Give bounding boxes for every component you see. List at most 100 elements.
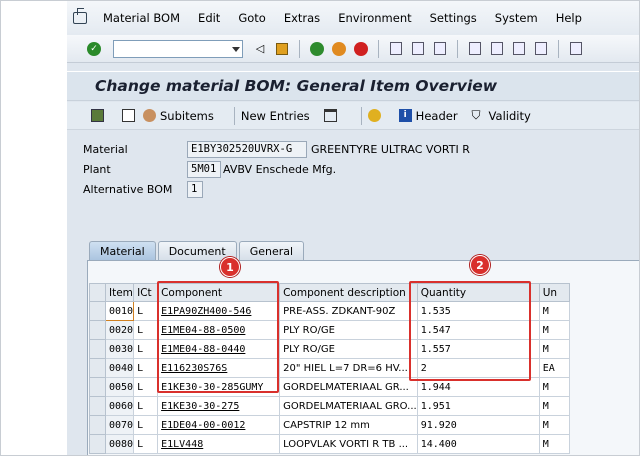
item-cell[interactable]: 0070 [104,415,135,435]
row-selector[interactable] [89,339,106,359]
table-row[interactable]: 0030 L E1ME04-88-0440 PLY RO/GE 1.557 M [89,339,570,359]
component-description-cell[interactable]: 20" HIEL L=7 DR=6 HV... [279,358,418,378]
tab-general[interactable]: General [238,241,305,261]
quantity-cell[interactable]: 1.547 [416,320,540,340]
menu-material-bom[interactable]: Material BOM [103,11,180,25]
column-header-unit[interactable]: Un [538,283,570,302]
component-cell[interactable]: E1KE30-30-285GUMY [157,377,281,397]
column-header-component-description[interactable]: Component description [279,283,418,302]
column-header-quantity[interactable]: Quantity [416,283,540,302]
component-cell[interactable]: E1PA90ZH400-546 [157,301,281,321]
row-selector[interactable] [89,377,106,397]
unit-cell[interactable]: M [538,377,570,397]
unit-cell[interactable]: M [538,415,570,435]
menu-environment[interactable]: Environment [338,11,411,25]
exit-icon[interactable] [331,41,347,57]
dropdown-icon[interactable] [232,46,240,52]
item-cell[interactable]: 0080 [104,434,135,454]
back-arrow-icon[interactable]: ◁ [252,41,268,57]
header-button[interactable]: i Header [398,109,458,123]
delete-button[interactable] [323,109,341,122]
item-cell[interactable]: 0020 [104,320,135,340]
component-description-cell[interactable]: LOOPVLAK VORTI R TB ... [279,434,418,454]
quantity-cell[interactable]: 1.535 [416,301,540,321]
column-header-ict[interactable]: ICt [133,283,159,302]
component-description-cell[interactable]: GORDELMATERIAAL GRO... [279,396,418,416]
cancel-icon[interactable] [353,41,369,57]
item-cell[interactable]: 0010 [104,301,135,321]
back-icon[interactable] [309,41,325,57]
unit-cell[interactable]: M [538,301,570,321]
first-page-icon[interactable] [467,41,483,57]
alternative-bom-field[interactable]: 1 [187,181,203,198]
ict-cell[interactable]: L [133,434,159,454]
component-cell[interactable]: E1ME04-88-0440 [157,339,281,359]
menu-help[interactable]: Help [556,11,582,25]
find-next-icon[interactable] [432,41,448,57]
save-icon[interactable] [274,41,290,57]
menu-extras[interactable]: Extras [284,11,320,25]
ict-cell[interactable]: L [133,358,159,378]
component-cell[interactable]: E116230S76S [157,358,281,378]
command-field[interactable] [113,39,243,58]
quantity-cell[interactable]: 14.400 [416,434,540,454]
subitems-button[interactable]: Subitems [143,109,214,123]
component-description-cell[interactable]: PLY RO/GE [279,339,418,359]
table-row[interactable]: 0010 L E1PA90ZH400-546 PRE-ASS. ZDKANT-90Z 1… [89,301,570,321]
item-cell[interactable]: 0060 [104,396,135,416]
component-description-cell[interactable]: PRE-ASS. ZDKANT-90Z [279,301,418,321]
row-selector[interactable] [89,434,106,454]
ict-cell[interactable]: L [133,396,159,416]
ict-cell[interactable]: L [133,415,159,435]
previous-page-icon[interactable] [489,41,505,57]
item-cell[interactable]: 0040 [104,358,135,378]
tab-material[interactable]: Material [89,241,156,261]
quantity-cell[interactable]: 1.951 [416,396,540,416]
table-row[interactable]: 0060 L E1KE30-30-275 GORDELMATERIAAL GRO...… [89,396,570,416]
quantity-cell[interactable]: 1.557 [416,339,540,359]
table-row[interactable]: 0040 L E116230S76S 20" HIEL L=7 DR=6 HV... 2… [89,358,570,378]
component-description-cell[interactable]: CAPSTRIP 12 mm [279,415,418,435]
component-cell[interactable]: E1KE30-30-275 [157,396,281,416]
row-selector[interactable] [89,396,106,416]
component-cell[interactable]: E1LV448 [157,434,281,454]
print-icon[interactable] [388,41,404,57]
new-entries-button[interactable]: New Entries [241,109,310,123]
unit-cell[interactable]: M [538,320,570,340]
table-row[interactable]: 0050 L E1KE30-30-285GUMY GORDELMATERIAAL GR… [89,377,570,397]
column-header-item[interactable]: Item [104,283,135,302]
row-selector[interactable] [89,358,106,378]
row-selector[interactable] [89,320,106,340]
row-selector[interactable] [89,415,106,435]
menu-goto[interactable]: Goto [238,11,266,25]
quantity-cell[interactable]: 91.920 [416,415,540,435]
component-cell[interactable]: E1DE04-00-0012 [157,415,281,435]
unit-cell[interactable]: EA [538,358,570,378]
row-selector[interactable] [89,301,106,321]
component-description-cell[interactable]: GORDELMATERIAAL GR... [279,377,418,397]
menu-settings[interactable]: Settings [430,11,477,25]
item-cell[interactable]: 0030 [104,339,135,359]
quantity-cell[interactable]: 1.944 [416,377,540,397]
item-overview-button[interactable] [91,109,108,122]
enter-icon[interactable]: ✓ [87,41,101,56]
quantity-cell[interactable]: 2 [416,358,540,378]
plant-field[interactable]: 5M01 [187,161,221,178]
refresh-button[interactable] [367,109,385,122]
ict-cell[interactable]: L [133,301,159,321]
select-all-header[interactable] [89,283,106,302]
unit-cell[interactable]: M [538,434,570,454]
column-header-component[interactable]: Component [157,283,281,302]
ict-cell[interactable]: L [133,377,159,397]
ict-cell[interactable]: L [133,320,159,340]
copy-button[interactable] [122,109,139,122]
next-page-icon[interactable] [511,41,527,57]
last-page-icon[interactable] [533,41,549,57]
menu-edit[interactable]: Edit [198,11,220,25]
find-icon[interactable] [410,41,426,57]
component-cell[interactable]: E1ME04-88-0500 [157,320,281,340]
menu-system[interactable]: System [495,11,538,25]
validity-button[interactable]: ⛉ Validity [472,109,531,123]
table-row[interactable]: 0070 L E1DE04-00-0012 CAPSTRIP 12 mm 91.920 M [89,415,570,435]
ict-cell[interactable]: L [133,339,159,359]
